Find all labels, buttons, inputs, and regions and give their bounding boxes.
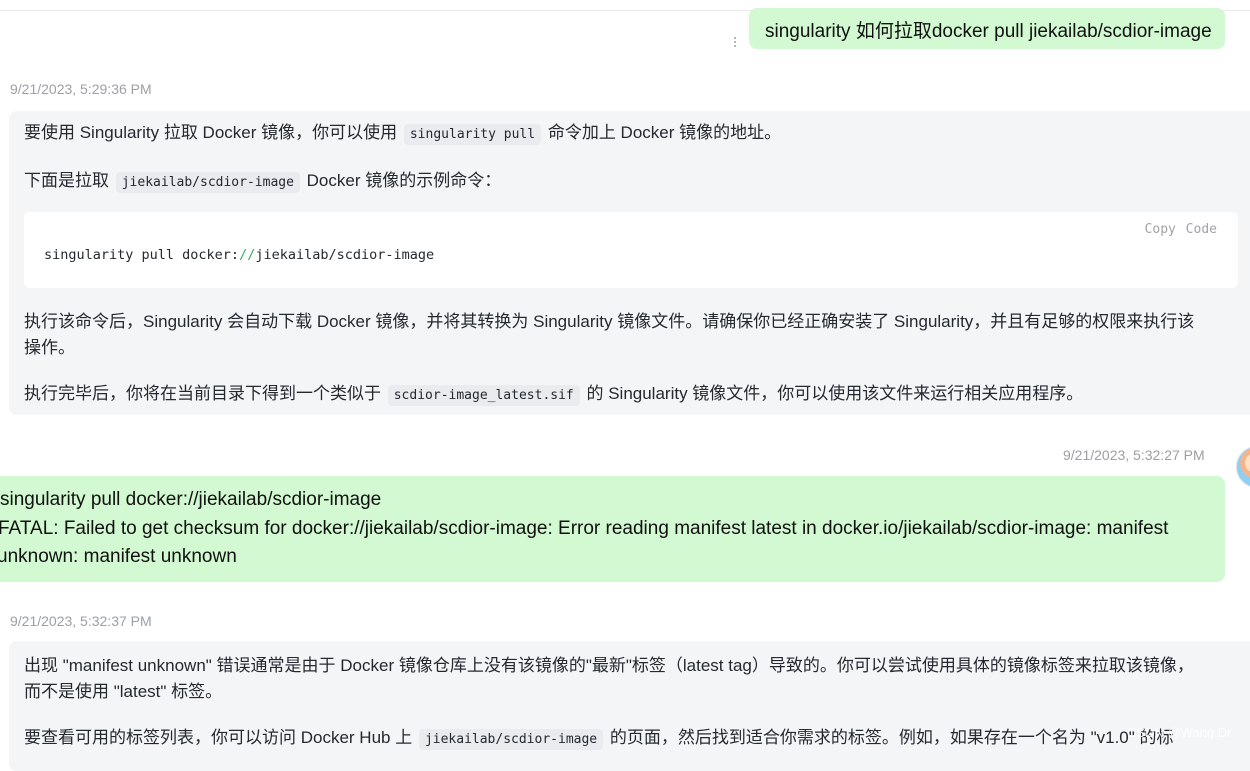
assistant-2-paragraph-1-line-2: 而不是使用 "latest" 标签。 [24,682,223,701]
user-message-1: singularity 如何拉取docker pull jiekailab/sc… [749,8,1225,49]
code-prefix: singularity pull docker: [44,247,240,263]
user-message-2-line-2: FATAL: Failed to get checksum for docker… [0,518,1169,539]
inline-code: jiekailab/scdior-image [115,172,300,193]
user-message-2-line-3: unknown: manifest unknown [0,546,237,567]
paragraph-text: 的 Singularity 镜像文件，你可以使用该文件来运行相关应用程序。 [586,384,1084,403]
watermark: CSDN @Wang.Dr [1127,725,1232,740]
assistant-message-1: 要使用 Singularity 拉取 Docker 镜像，你可以使用 singu… [9,111,1250,415]
paragraph-text: 命令加上 Docker 镜像的地址。 [547,123,782,142]
code-slashes: // [239,247,256,263]
assistant-message-1-timestamp: 9/21/2023, 5:29:36 PM [10,81,152,97]
code-suffix: jiekailab/scdior-image [255,247,435,263]
user-message-2: singularity pull docker://jiekailab/scdi… [0,476,1225,582]
paragraph-text: 执行完毕后，你将在当前目录下得到一个类似于 [24,384,381,403]
paragraph-text: 要使用 Singularity 拉取 Docker 镜像，你可以使用 [24,123,398,142]
assistant-1-paragraph-1: 要使用 Singularity 拉取 Docker 镜像，你可以使用 singu… [24,120,781,148]
paragraph-text: Docker 镜像的示例命令： [306,171,502,190]
paragraph-text: 下面是拉取 [24,171,109,190]
inline-code: jiekailab/scdior-image [418,729,604,750]
assistant-2-paragraph-1-line-1: 出现 "manifest unknown" 错误通常是由于 Docker 镜像仓… [24,656,1194,675]
user-message-2-line-1: singularity pull docker://jiekailab/scdi… [0,489,382,510]
inline-code: singularity pull [403,124,542,145]
assistant-1-paragraph-4: 执行完毕后，你将在当前目录下得到一个类似于 scdior-image_lates… [24,381,1083,409]
user-message-2-timestamp: 9/21/2023, 5:32:27 PM [1063,447,1205,463]
code-block-text: singularity pull docker://jiekailab/scdi… [44,247,434,263]
more-options-icon[interactable] [729,30,741,54]
inline-code: scdior-image_latest.sif [387,385,580,406]
assistant-1-paragraph-3-line-1: 执行该命令后，Singularity 会自动下载 Docker 镜像，并将其转换… [24,312,1195,331]
paragraph-text: 的页面，然后找到适合你需求的标签。例如，如果存在一个名为 "v1.0" 的标 [609,728,1174,747]
assistant-2-paragraph-2: 要查看可用的标签列表，你可以访问 Docker Hub 上 jiekailab/… [24,725,1174,753]
assistant-message-2-timestamp: 9/21/2023, 5:32:37 PM [10,613,152,629]
user-avatar [1236,446,1250,488]
assistant-message-2: 出现 "manifest unknown" 错误通常是由于 Docker 镜像仓… [9,641,1250,771]
copy-code-button[interactable]: Copy Code [1145,222,1217,237]
paragraph-text: 要查看可用的标签列表，你可以访问 Docker Hub 上 [24,728,413,747]
assistant-1-paragraph-2: 下面是拉取 jiekailab/scdior-image Docker 镜像的示… [24,168,501,196]
assistant-1-paragraph-3-line-2: 操作。 [24,338,75,357]
code-block: Copy Code singularity pull docker://jiek… [24,212,1238,288]
user-message-1-text: singularity 如何拉取docker pull jiekailab/sc… [765,21,1212,42]
